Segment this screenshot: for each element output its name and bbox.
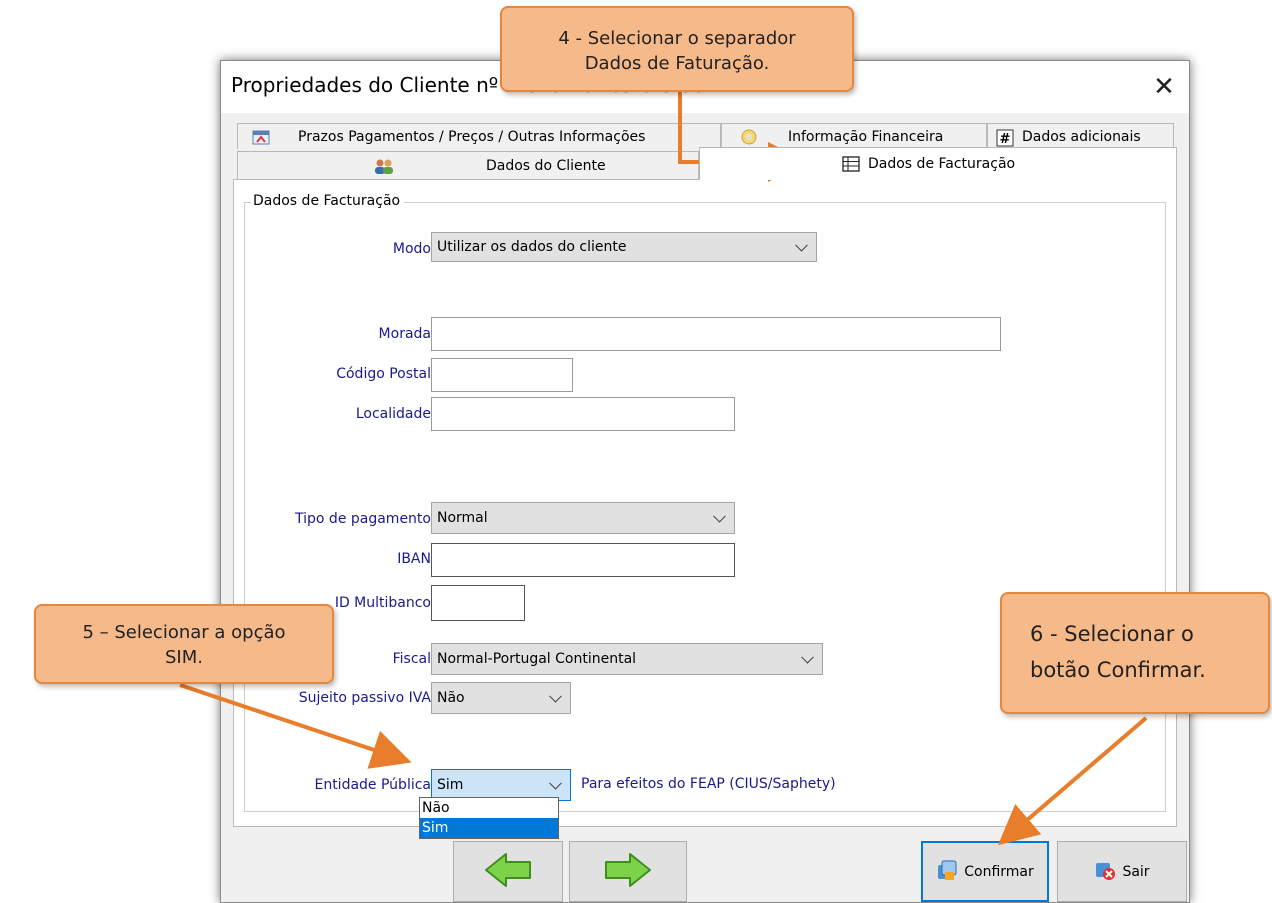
callout-step4-line2: Dados de Faturação. [584,53,770,74]
callout-step5-line1: 5 – Selecionar a opção [82,622,286,643]
arrow-step6 [997,716,1148,846]
arrow-step5 [179,683,412,769]
table-icon [842,156,860,172]
callout-step6-line1: 6 - Selecionar o [1030,622,1194,646]
callout-step4: 4 - Selecionar o separador Dados de Fatu… [500,6,854,92]
tab-label: Dados de Facturação [868,156,1016,172]
annotation-arrows [179,92,1148,846]
callout-step6: 6 - Selecionar o botão Confirmar. [1000,592,1270,714]
tab-dados-de-facturacao[interactable]: Dados de Facturação [699,147,1177,180]
callout-step4-line1: 4 - Selecionar o separador [558,28,796,49]
callout-step5: 5 – Selecionar a opção SIM. [34,604,334,684]
callout-step6-line2: botão Confirmar. [1030,658,1206,682]
callout-step5-line2: SIM. [165,647,203,668]
